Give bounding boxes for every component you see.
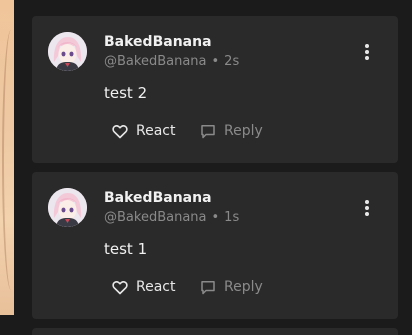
reply-label: Reply [224, 123, 263, 139]
more-vertical-icon [362, 44, 372, 60]
avatar[interactable] [48, 32, 87, 71]
artwork-curve [2, 30, 20, 290]
reply-label: Reply [224, 279, 263, 295]
react-button[interactable]: React [112, 121, 175, 141]
comment-card: BakedBanana @BakedBanana • 2s test 2 React… [32, 16, 398, 163]
comment-text: test 1 [104, 240, 148, 258]
author-meta: @BakedBanana • 1s [104, 210, 239, 225]
heart-icon [112, 124, 128, 138]
avatar-image [48, 32, 87, 71]
react-label: React [136, 123, 176, 139]
meta-separator: • [211, 210, 220, 225]
author-name[interactable]: BakedBanana [104, 34, 212, 50]
avatar-image [48, 188, 87, 227]
meta-separator: • [211, 54, 220, 69]
comment-timestamp: 2s [224, 54, 240, 69]
author-handle[interactable]: @BakedBanana [104, 54, 207, 69]
comment-card: BakedBanana @BakedBanana • 1s test 1 React… [32, 172, 398, 319]
more-options-button[interactable] [362, 44, 372, 64]
author-meta: @BakedBanana • 2s [104, 54, 239, 69]
comment-timestamp: 1s [224, 210, 240, 225]
comments-page: BakedBanana @BakedBanana • 2s test 2 React… [0, 0, 412, 335]
comment-bubble-icon [201, 124, 215, 138]
author-handle[interactable]: @BakedBanana [104, 210, 207, 225]
heart-icon [112, 280, 128, 294]
reply-button[interactable]: Reply [200, 121, 263, 141]
avatar[interactable] [48, 188, 87, 227]
more-options-button[interactable] [362, 200, 372, 220]
author-name[interactable]: BakedBanana [104, 190, 212, 206]
react-label: React [136, 279, 176, 295]
comment-card-partial [32, 328, 398, 335]
comment-bubble-icon [201, 280, 215, 294]
react-button[interactable]: React [112, 277, 175, 297]
background-artwork [0, 0, 14, 315]
reply-button[interactable]: Reply [200, 277, 263, 297]
more-vertical-icon [362, 200, 372, 216]
comment-text: test 2 [104, 84, 148, 102]
